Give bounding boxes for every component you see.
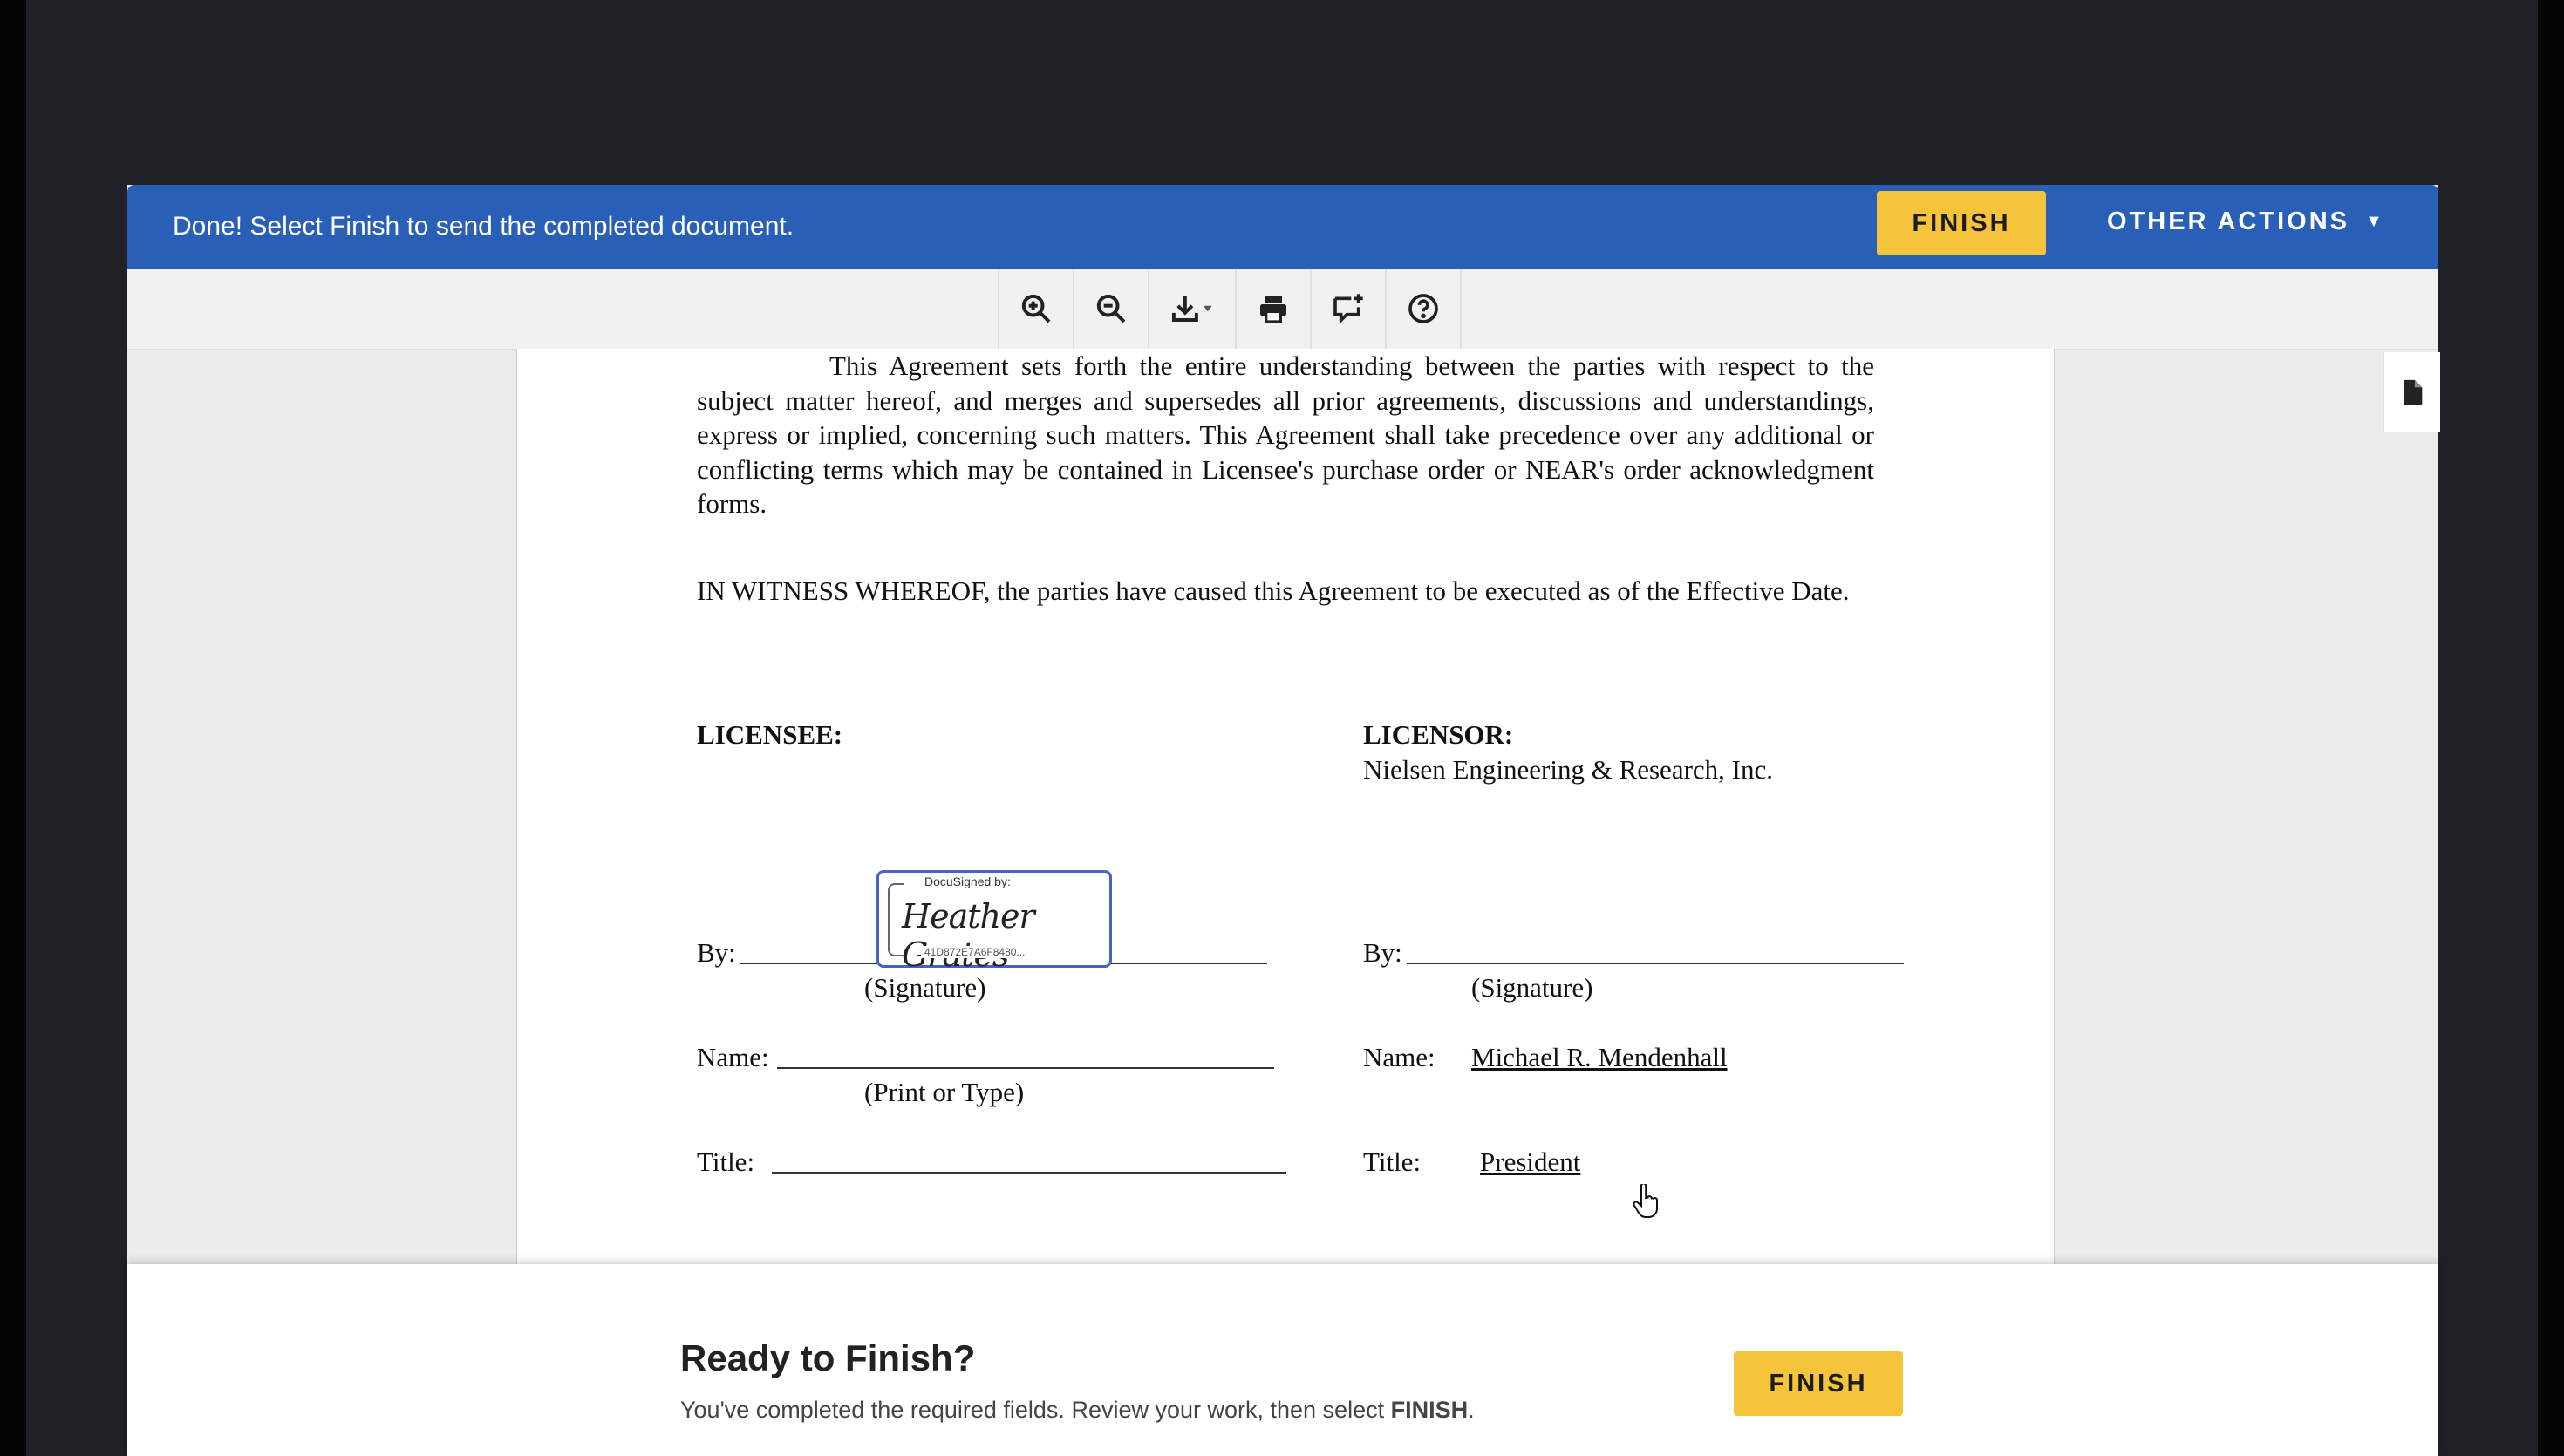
licensor-title-label: Title: <box>1363 1146 1422 1177</box>
zoom-in-icon <box>1021 294 1051 323</box>
witness-paragraph: IN WITNESS WHEREOF, the parties have cau… <box>697 575 1850 606</box>
ready-subtitle: You've completed the required fields. Re… <box>680 1397 1475 1424</box>
licensee-by-label: By: <box>697 937 736 968</box>
help-button[interactable] <box>1387 269 1462 349</box>
licensee-name-line <box>777 1067 1274 1069</box>
licensor-name-value: Michael R. Mendenhall <box>1471 1042 1728 1072</box>
hand-cursor-icon <box>1633 1184 1658 1218</box>
ready-subtitle-bold: FINISH <box>1390 1397 1469 1423</box>
signing-window: Done! Select Finish to send the complete… <box>127 185 2440 1456</box>
licensee-name-label: Name: <box>697 1042 769 1072</box>
licensee-title-line <box>772 1172 1286 1174</box>
licensor-signature-caption: (Signature) <box>1471 972 1593 1003</box>
licensor-company: Nielsen Engineering & Research, Inc. <box>1363 754 1773 785</box>
ready-to-finish-panel: Ready to Finish? You've completed the re… <box>127 1264 2438 1456</box>
finish-button-top[interactable]: FINISH <box>1877 191 2046 255</box>
left-edge <box>0 0 26 1456</box>
docusign-signature[interactable]: DocuSigned by: Heather Grates 41D872E7A6… <box>876 870 1112 974</box>
signature-header: DocuSigned by: <box>921 874 1014 888</box>
licensor-heading: LICENSOR: <box>1363 719 1514 750</box>
print-button[interactable] <box>1237 269 1312 349</box>
right-edge <box>2538 0 2564 1456</box>
licensee-print-caption: (Print or Type) <box>864 1077 1025 1107</box>
document-toolbar <box>127 269 2440 432</box>
ready-subtitle-text: You've completed the required fields. Re… <box>680 1397 1391 1423</box>
document-viewer[interactable]: This Agreement sets forth the entire und… <box>127 349 2438 1264</box>
signature-envelope-id: 41D872E7A6F8480... <box>921 946 1029 958</box>
ready-subtitle-period: . <box>1468 1397 1475 1423</box>
licensor-name-label: Name: <box>1363 1042 1435 1072</box>
signature-image: Heather Grates <box>902 897 1035 974</box>
zoom-out-icon <box>1096 294 1126 323</box>
ready-title: Ready to Finish? <box>680 1337 976 1378</box>
help-icon <box>1408 294 1438 323</box>
licensee-title-label: Title: <box>697 1146 755 1177</box>
toolbar-tools <box>998 269 1462 349</box>
licensee-signature-caption: (Signature) <box>864 972 986 1003</box>
licensor-title-value: President <box>1480 1146 1581 1177</box>
download-button[interactable] <box>1149 269 1237 349</box>
download-icon <box>1171 296 1212 322</box>
add-comment-button[interactable] <box>1312 269 1387 349</box>
add-comment-icon <box>1333 294 1363 324</box>
caret-down-icon: ▼ <box>2364 212 2385 231</box>
zoom-in-button[interactable] <box>999 269 1074 349</box>
agreement-paragraph: This Agreement sets forth the entire und… <box>697 350 1874 519</box>
licensor-signature-line <box>1407 963 1904 964</box>
licensee-heading: LICENSEE: <box>697 719 843 750</box>
zoom-out-button[interactable] <box>1074 269 1149 349</box>
licensor-by-label: By: <box>1363 937 1402 968</box>
banner-message: Done! Select Finish to send the complete… <box>173 212 794 241</box>
print-icon <box>1260 296 1286 323</box>
status-banner: Done! Select Finish to send the complete… <box>127 185 2438 269</box>
other-actions-label: OTHER ACTIONS <box>2107 208 2349 235</box>
other-actions-menu[interactable]: OTHER ACTIONS ▼ <box>2107 208 2385 242</box>
finish-button-bottom[interactable]: FINISH <box>1734 1351 1903 1416</box>
document-page: This Agreement sets forth the entire und… <box>516 349 2055 1264</box>
